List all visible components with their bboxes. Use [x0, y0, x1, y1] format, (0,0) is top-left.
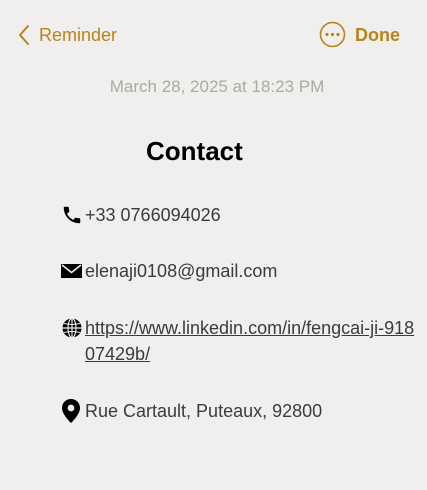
back-button-label: Reminder: [39, 24, 118, 45]
phone-row[interactable]: +33 0766094026: [61, 203, 221, 228]
website-link[interactable]: https://www.linkedin.com/in/fengcai-ji-9…: [85, 315, 423, 367]
email-row[interactable]: elenaji0108@gmail.com: [61, 259, 277, 284]
note-title: Contact: [146, 136, 243, 166]
ellipsis-circle-icon: [319, 21, 346, 48]
more-options-button[interactable]: [319, 21, 346, 48]
map-pin-icon: [61, 399, 85, 423]
globe-icon: [61, 316, 85, 340]
back-button[interactable]: Reminder: [18, 20, 117, 50]
envelope-icon: [61, 259, 85, 283]
done-button[interactable]: Done: [355, 20, 400, 50]
phone-number: +33 0766094026: [85, 205, 221, 225]
note-timestamp: March 28, 2025 at 18:23 PM: [109, 77, 325, 96]
navigation-bar: Reminder Done: [0, 0, 427, 70]
email-address: elenaji0108@gmail.com: [85, 261, 278, 281]
website-row[interactable]: https://www.linkedin.com/in/fengcai-ji-9…: [61, 316, 423, 367]
address-row[interactable]: Rue Cartault, Puteaux, 92800: [61, 399, 322, 424]
phone-icon: [61, 203, 85, 227]
street-address: Rue Cartault, Puteaux, 92800: [85, 401, 323, 421]
chevron-left-icon: [18, 24, 32, 46]
